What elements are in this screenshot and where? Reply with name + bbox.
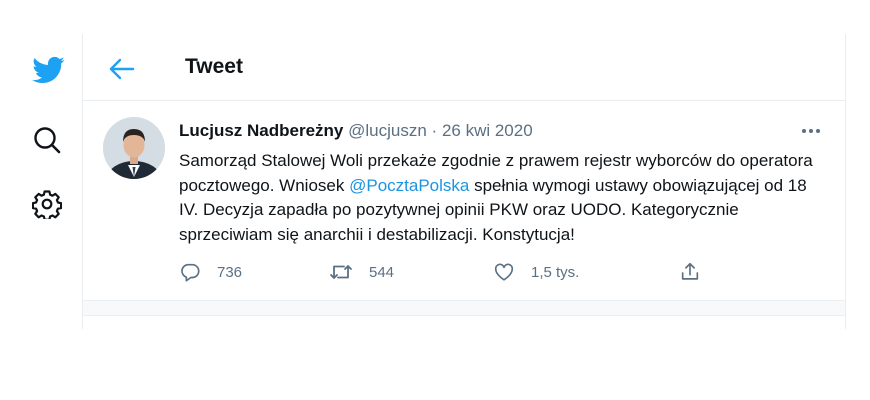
retweet-count: 544 — [369, 263, 395, 281]
author-handle[interactable]: @lucjuszn — [348, 121, 427, 140]
page-header: Tweet — [83, 34, 845, 101]
mention-link[interactable]: @PocztaPolska — [349, 176, 469, 195]
tweet-date[interactable]: 26 kwi 2020 — [442, 121, 533, 140]
page-title: Tweet — [185, 55, 243, 78]
like-button[interactable]: 1,5 tys. — [493, 259, 579, 285]
left-nav — [0, 0, 82, 400]
tweet-text: Samorząd Stalowej Woli przekaże zgodnie … — [179, 149, 829, 247]
twitter-logo-icon[interactable] — [29, 53, 67, 87]
reply-icon — [181, 263, 200, 282]
tweet-header: Lucjusz Nadbereżny @lucjuszn · 26 kwi 20… — [179, 121, 533, 141]
retweet-button[interactable]: 544 — [329, 259, 394, 285]
avatar-image — [103, 117, 165, 179]
avatar[interactable] — [103, 117, 165, 179]
gear-icon[interactable] — [32, 189, 62, 219]
main-column: Tweet Lucjusz Nadbereżny @lucjuszn · 26 … — [82, 34, 846, 329]
search-icon[interactable] — [32, 125, 62, 155]
back-arrow-icon[interactable] — [107, 54, 137, 84]
reply-button[interactable]: 736 — [179, 259, 242, 285]
share-button[interactable] — [679, 259, 701, 285]
retweet-icon — [330, 265, 352, 279]
author-name[interactable]: Lucjusz Nadbereżny — [179, 121, 343, 140]
tweet-card: Lucjusz Nadbereżny @lucjuszn · 26 kwi 20… — [83, 101, 845, 299]
header-separator: · — [431, 121, 438, 140]
like-count: 1,5 tys. — [531, 263, 580, 281]
reply-count: 736 — [217, 263, 243, 281]
heart-icon — [494, 263, 514, 281]
tweet-actions: 736 544 1,5 tys. — [179, 259, 819, 289]
share-icon — [681, 262, 699, 280]
section-divider — [83, 300, 845, 316]
more-options-icon[interactable] — [799, 121, 823, 141]
